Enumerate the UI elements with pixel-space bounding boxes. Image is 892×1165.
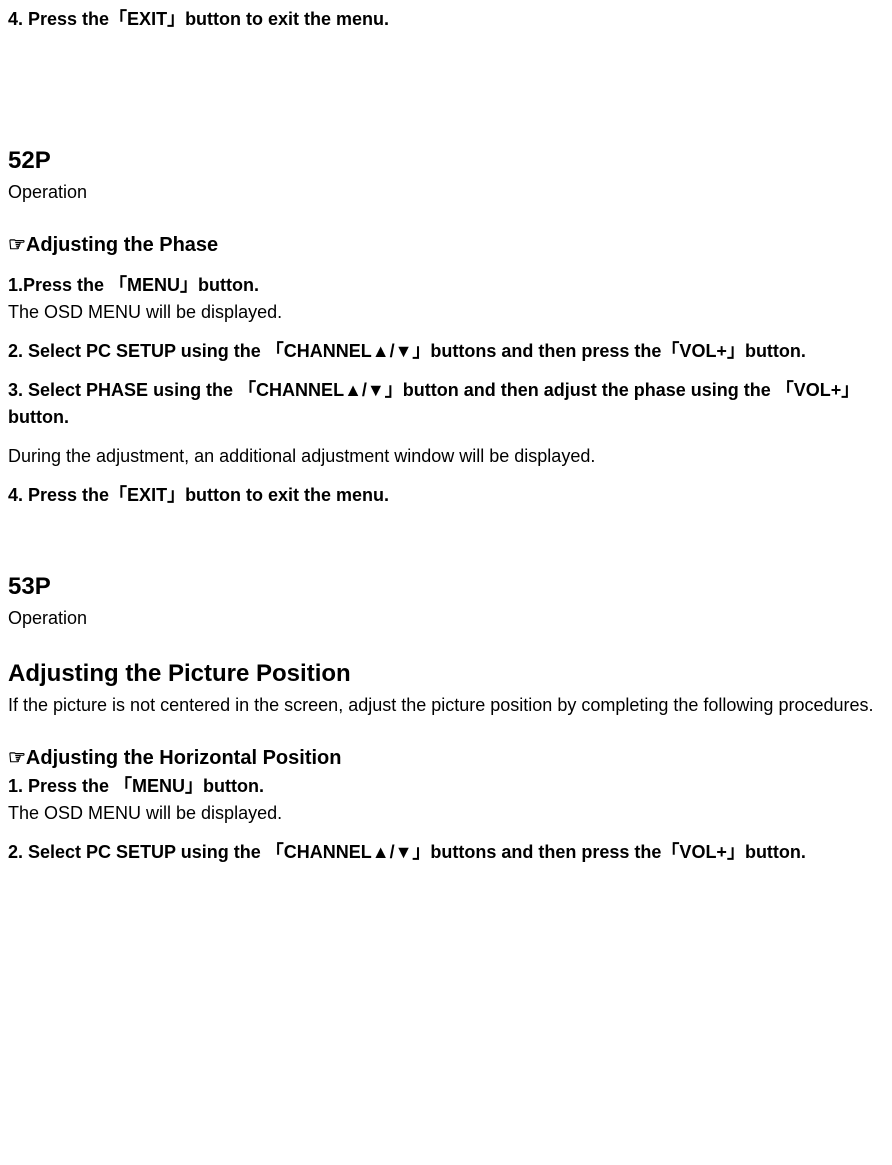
adjustment-note-p52: During the adjustment, an additional adj… [8, 443, 884, 470]
step3-p52: 3. Select PHASE using the 「CHANNEL▲/▼」bu… [8, 377, 884, 431]
hstep1-title-p53: 1. Press the 「MENU」button. [8, 773, 884, 800]
arrow-up-icon: ▲ [344, 380, 362, 400]
heading-adjusting-phase: ☞Adjusting the Phase [8, 230, 884, 260]
step1-title-p52: 1.Press the 「MENU」button. [8, 272, 884, 299]
page-number-53: 53P [8, 569, 884, 605]
heading-picture-position: Adjusting the Picture Position [8, 656, 884, 692]
heading-horizontal-position: ☞Adjusting the Horizontal Position [8, 743, 884, 773]
arrow-down-icon: ▼ [367, 380, 385, 400]
arrow-down-icon: ▼ [395, 341, 413, 361]
step-exit-prior: 4. Press the「EXIT」button to exit the men… [8, 6, 884, 33]
step2-text-b: 」buttons and then press the「VOL+」button. [412, 341, 806, 361]
step2-text-a: 2. Select PC SETUP using the 「CHANNEL [8, 341, 372, 361]
step2-p52: 2. Select PC SETUP using the 「CHANNEL▲/▼… [8, 338, 884, 365]
arrow-up-icon: ▲ [372, 341, 390, 361]
section-label-53: Operation [8, 605, 884, 632]
hstep2-text-a: 2. Select PC SETUP using the 「CHANNEL [8, 842, 372, 862]
step3-text-a: 3. Select PHASE using the 「CHANNEL [8, 380, 344, 400]
section-label-52: Operation [8, 179, 884, 206]
step4-p52: 4. Press the「EXIT」button to exit the men… [8, 482, 884, 509]
intro-picture-position: If the picture is not centered in the sc… [8, 692, 884, 719]
hstep1-body-p53: The OSD MENU will be displayed. [8, 800, 884, 827]
hstep2-text-b: 」buttons and then press the「VOL+」button. [412, 842, 806, 862]
step1-body-p52: The OSD MENU will be displayed. [8, 299, 884, 326]
page-number-52: 52P [8, 143, 884, 179]
arrow-up-icon: ▲ [372, 842, 390, 862]
hstep2-p53: 2. Select PC SETUP using the 「CHANNEL▲/▼… [8, 839, 884, 866]
arrow-down-icon: ▼ [395, 842, 413, 862]
